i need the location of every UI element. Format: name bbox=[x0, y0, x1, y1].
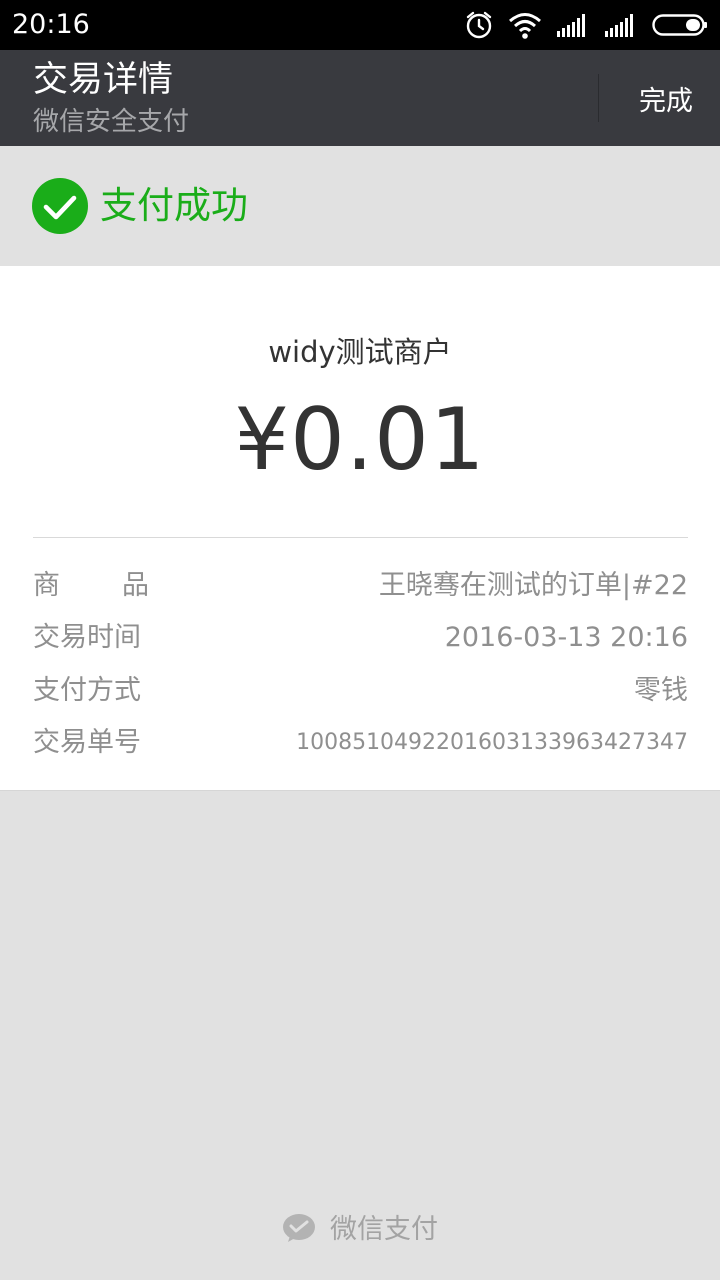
payment-status-text: 支付成功 bbox=[100, 184, 248, 227]
wechat-pay-icon bbox=[282, 1213, 316, 1247]
status-icons bbox=[464, 10, 708, 40]
title-divider bbox=[598, 74, 599, 122]
footer-label: 微信支付 bbox=[330, 1214, 438, 1245]
alarm-icon bbox=[464, 10, 494, 40]
title-bar: 交易详情 微信安全支付 完成 bbox=[0, 50, 720, 146]
detail-row-product: 商品 王晓骞在测试的订单|#22 bbox=[33, 564, 688, 608]
payment-status-banner: 支付成功 bbox=[0, 146, 720, 266]
detail-value: 王晓骞在测试的订单|#22 bbox=[378, 570, 688, 601]
page-title: 交易详情 bbox=[33, 60, 174, 100]
detail-label: 支付方式 bbox=[33, 675, 141, 706]
signal-icon bbox=[556, 12, 590, 38]
detail-row-transaction-id: 交易单号 1008510492201603133963427347 bbox=[33, 721, 688, 765]
detail-value: 2016-03-13 20:16 bbox=[444, 622, 688, 653]
detail-row-method: 支付方式 零钱 bbox=[33, 669, 688, 713]
wifi-icon bbox=[508, 11, 542, 39]
detail-label: 交易时间 bbox=[33, 622, 141, 653]
detail-value: 1008510492201603133963427347 bbox=[296, 730, 688, 755]
detail-label: 商品 bbox=[33, 570, 211, 601]
detail-value: 零钱 bbox=[634, 675, 688, 706]
payment-card: widy测试商户 ¥0.01 商品 王晓骞在测试的订单|#22 交易时间 201… bbox=[0, 266, 720, 791]
footer-brand: 微信支付 bbox=[0, 1204, 720, 1256]
battery-icon bbox=[652, 13, 708, 37]
detail-label: 交易单号 bbox=[33, 727, 141, 758]
merchant-name: widy测试商户 bbox=[268, 335, 452, 369]
signal-icon bbox=[604, 12, 638, 38]
payment-amount: ¥0.01 bbox=[234, 390, 486, 490]
detail-row-time: 交易时间 2016-03-13 20:16 bbox=[33, 616, 688, 660]
status-bar: 20:16 bbox=[0, 0, 720, 50]
page-subtitle: 微信安全支付 bbox=[33, 107, 190, 137]
screen: 20:16 交易详情 微信安全支付 完成 支付成功 widy测试商户 ¥0.01… bbox=[0, 0, 720, 1280]
done-button[interactable]: 完成 bbox=[612, 50, 720, 146]
check-circle-icon bbox=[32, 178, 88, 234]
status-time: 20:16 bbox=[12, 9, 90, 40]
card-divider bbox=[33, 537, 688, 538]
